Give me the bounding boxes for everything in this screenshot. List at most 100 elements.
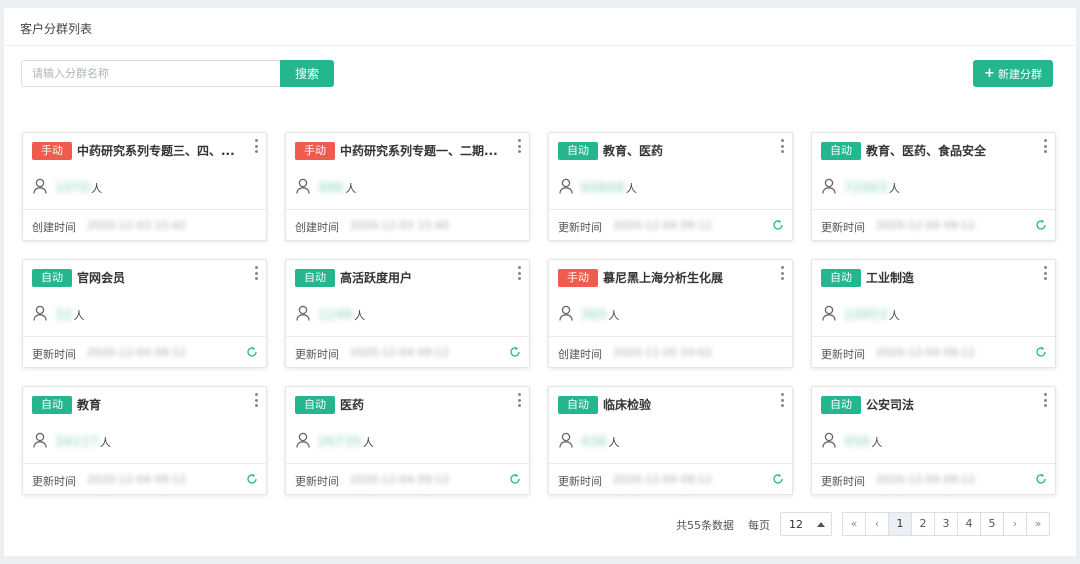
member-count: 486 人 — [318, 178, 356, 196]
page-button-3[interactable]: 3 — [934, 512, 958, 536]
group-card[interactable]: 自动 工业制造 10953 人更新时间 2020-12-04 09:12 — [811, 259, 1056, 368]
new-group-label: 新建分群 — [997, 67, 1042, 81]
refresh-icon[interactable] — [1035, 219, 1047, 231]
time-label: 更新时间 — [32, 348, 76, 361]
more-vertical-icon[interactable] — [252, 139, 260, 153]
member-count-unit: 人 — [73, 309, 85, 322]
pagination: 共55条数据 每页 12 « ‹ 1 2 3 4 5 › » — [4, 512, 1076, 536]
time-value: 2020-12-04 09:12 — [350, 473, 450, 486]
card-title[interactable]: 公安司法 — [866, 397, 1036, 413]
type-badge: 自动 — [821, 396, 861, 414]
member-count: 456 人 — [844, 432, 882, 450]
card-footer: 更新时间 2020-12-04 09:12 — [812, 210, 1055, 241]
time-value: 2020-12-04 09:12 — [613, 473, 713, 486]
refresh-icon[interactable] — [246, 473, 258, 485]
more-vertical-icon[interactable] — [252, 266, 260, 280]
more-vertical-icon[interactable] — [515, 393, 523, 407]
new-group-button[interactable]: + 新建分群 — [973, 60, 1053, 87]
page-button-5[interactable]: 5 — [980, 512, 1004, 536]
more-vertical-icon[interactable] — [1041, 266, 1049, 280]
more-vertical-icon[interactable] — [515, 266, 523, 280]
card-title[interactable]: 工业制造 — [866, 270, 1036, 286]
user-icon — [559, 432, 573, 448]
card-title[interactable]: 中药研究系列专题一、二期... — [340, 143, 510, 159]
search-input[interactable] — [21, 60, 281, 87]
per-page-select[interactable]: 12 — [780, 512, 832, 536]
group-card[interactable]: 自动 官网会员 32 人更新时间 2020-12-04 09:12 — [22, 259, 267, 368]
card-title[interactable]: 慕尼黑上海分析生化展 — [603, 270, 773, 286]
user-icon — [822, 432, 836, 448]
refresh-icon[interactable] — [772, 219, 784, 231]
card-title[interactable]: 临床检验 — [603, 397, 773, 413]
time-value: 2020-11-20 10:02 — [613, 346, 713, 359]
card-footer: 更新时间 2020-12-04 09:12 — [812, 337, 1055, 368]
time-value: 2020-12-04 09:12 — [613, 219, 713, 232]
group-card[interactable]: 手动 慕尼黑上海分析生化展 365 人创建时间 2020-11-20 10:02 — [548, 259, 793, 368]
card-title[interactable]: 教育 — [77, 397, 247, 413]
group-card[interactable]: 手动 中药研究系列专题三、四、... 1070 人创建时间 2020-12-03 15:… — [22, 132, 267, 241]
time-label: 更新时间 — [295, 348, 339, 361]
refresh-icon[interactable] — [1035, 346, 1047, 358]
card-footer: 更新时间 2020-12-04 09:12 — [23, 337, 266, 368]
user-icon — [296, 305, 310, 321]
page-button-4[interactable]: 4 — [957, 512, 981, 536]
time-value: 2020-12-03 15:40 — [350, 219, 450, 232]
first-page-button[interactable]: « — [842, 512, 866, 536]
card-title[interactable]: 中药研究系列专题三、四、... — [77, 143, 247, 159]
last-page-button[interactable]: » — [1026, 512, 1050, 536]
group-card[interactable]: 自动 教育、医药、食品安全 72063 人更新时间 2020-12-04 09:12 — [811, 132, 1056, 241]
more-vertical-icon[interactable] — [1041, 393, 1049, 407]
time-label: 更新时间 — [295, 475, 339, 488]
search-button[interactable]: 搜索 — [280, 60, 334, 87]
group-card[interactable]: 手动 中药研究系列专题一、二期... 486 人创建时间 2020-12-03 15:4… — [285, 132, 530, 241]
group-card[interactable]: 自动 医药 26735 人更新时间 2020-12-04 09:12 — [285, 386, 530, 495]
card-footer: 更新时间 2020-12-04 09:12 — [286, 464, 529, 495]
member-count-unit: 人 — [91, 182, 103, 195]
group-card[interactable]: 自动 高活跃度用户 1246 人更新时间 2020-12-04 09:12 — [285, 259, 530, 368]
page-button-2[interactable]: 2 — [911, 512, 935, 536]
refresh-icon[interactable] — [509, 473, 521, 485]
card-title[interactable]: 教育、医药、食品安全 — [866, 143, 1036, 159]
refresh-icon[interactable] — [1035, 473, 1047, 485]
user-icon — [296, 432, 310, 448]
card-body: 手动 慕尼黑上海分析生化展 365 人 — [549, 260, 792, 337]
customer-group-panel: 客户分群列表 搜索 + 新建分群 手动中药研究系列专题三、四、...1070人创… — [4, 8, 1076, 556]
refresh-icon[interactable] — [772, 473, 784, 485]
group-card[interactable]: 自动 教育、医药 60848 人更新时间 2020-12-04 09:12 — [548, 132, 793, 241]
more-vertical-icon[interactable] — [515, 139, 523, 153]
card-body: 自动 官网会员 32 人 — [23, 260, 266, 337]
member-count: 26735 人 — [318, 432, 374, 450]
more-vertical-icon[interactable] — [778, 393, 786, 407]
card-body: 手动 中药研究系列专题一、二期... 486 人 — [286, 133, 529, 210]
member-count-unit: 人 — [608, 436, 620, 449]
user-icon — [33, 178, 47, 194]
card-title[interactable]: 医药 — [340, 397, 510, 413]
group-card[interactable]: 自动 教育 34117 人更新时间 2020-12-04 09:12 — [22, 386, 267, 495]
refresh-icon[interactable] — [509, 346, 521, 358]
refresh-icon[interactable] — [246, 346, 258, 358]
time-label: 更新时间 — [821, 221, 865, 234]
group-card[interactable]: 自动 临床检验 436 人更新时间 2020-12-04 09:12 — [548, 386, 793, 495]
time-label: 更新时间 — [558, 475, 602, 488]
member-count-value: 72063 — [844, 181, 888, 196]
more-vertical-icon[interactable] — [1041, 139, 1049, 153]
page-button-1[interactable]: 1 — [888, 512, 912, 536]
user-icon — [822, 305, 836, 321]
next-page-button[interactable]: › — [1003, 512, 1027, 536]
user-icon — [296, 178, 310, 194]
member-count-value: 436 — [581, 435, 608, 450]
more-vertical-icon[interactable] — [778, 266, 786, 280]
more-vertical-icon[interactable] — [252, 393, 260, 407]
card-footer: 创建时间 2020-12-03 15:40 — [286, 210, 529, 241]
group-card[interactable]: 自动 公安司法 456 人更新时间 2020-12-04 09:12 — [811, 386, 1056, 495]
card-title[interactable]: 官网会员 — [77, 270, 247, 286]
prev-page-button[interactable]: ‹ — [865, 512, 889, 536]
type-badge: 自动 — [32, 396, 72, 414]
member-count-value: 34117 — [55, 435, 99, 450]
type-badge: 自动 — [32, 269, 72, 287]
more-vertical-icon[interactable] — [778, 139, 786, 153]
time-label: 更新时间 — [821, 348, 865, 361]
card-title[interactable]: 高活跃度用户 — [340, 270, 510, 286]
card-body: 自动 教育、医药、食品安全 72063 人 — [812, 133, 1055, 210]
card-title[interactable]: 教育、医药 — [603, 143, 773, 159]
